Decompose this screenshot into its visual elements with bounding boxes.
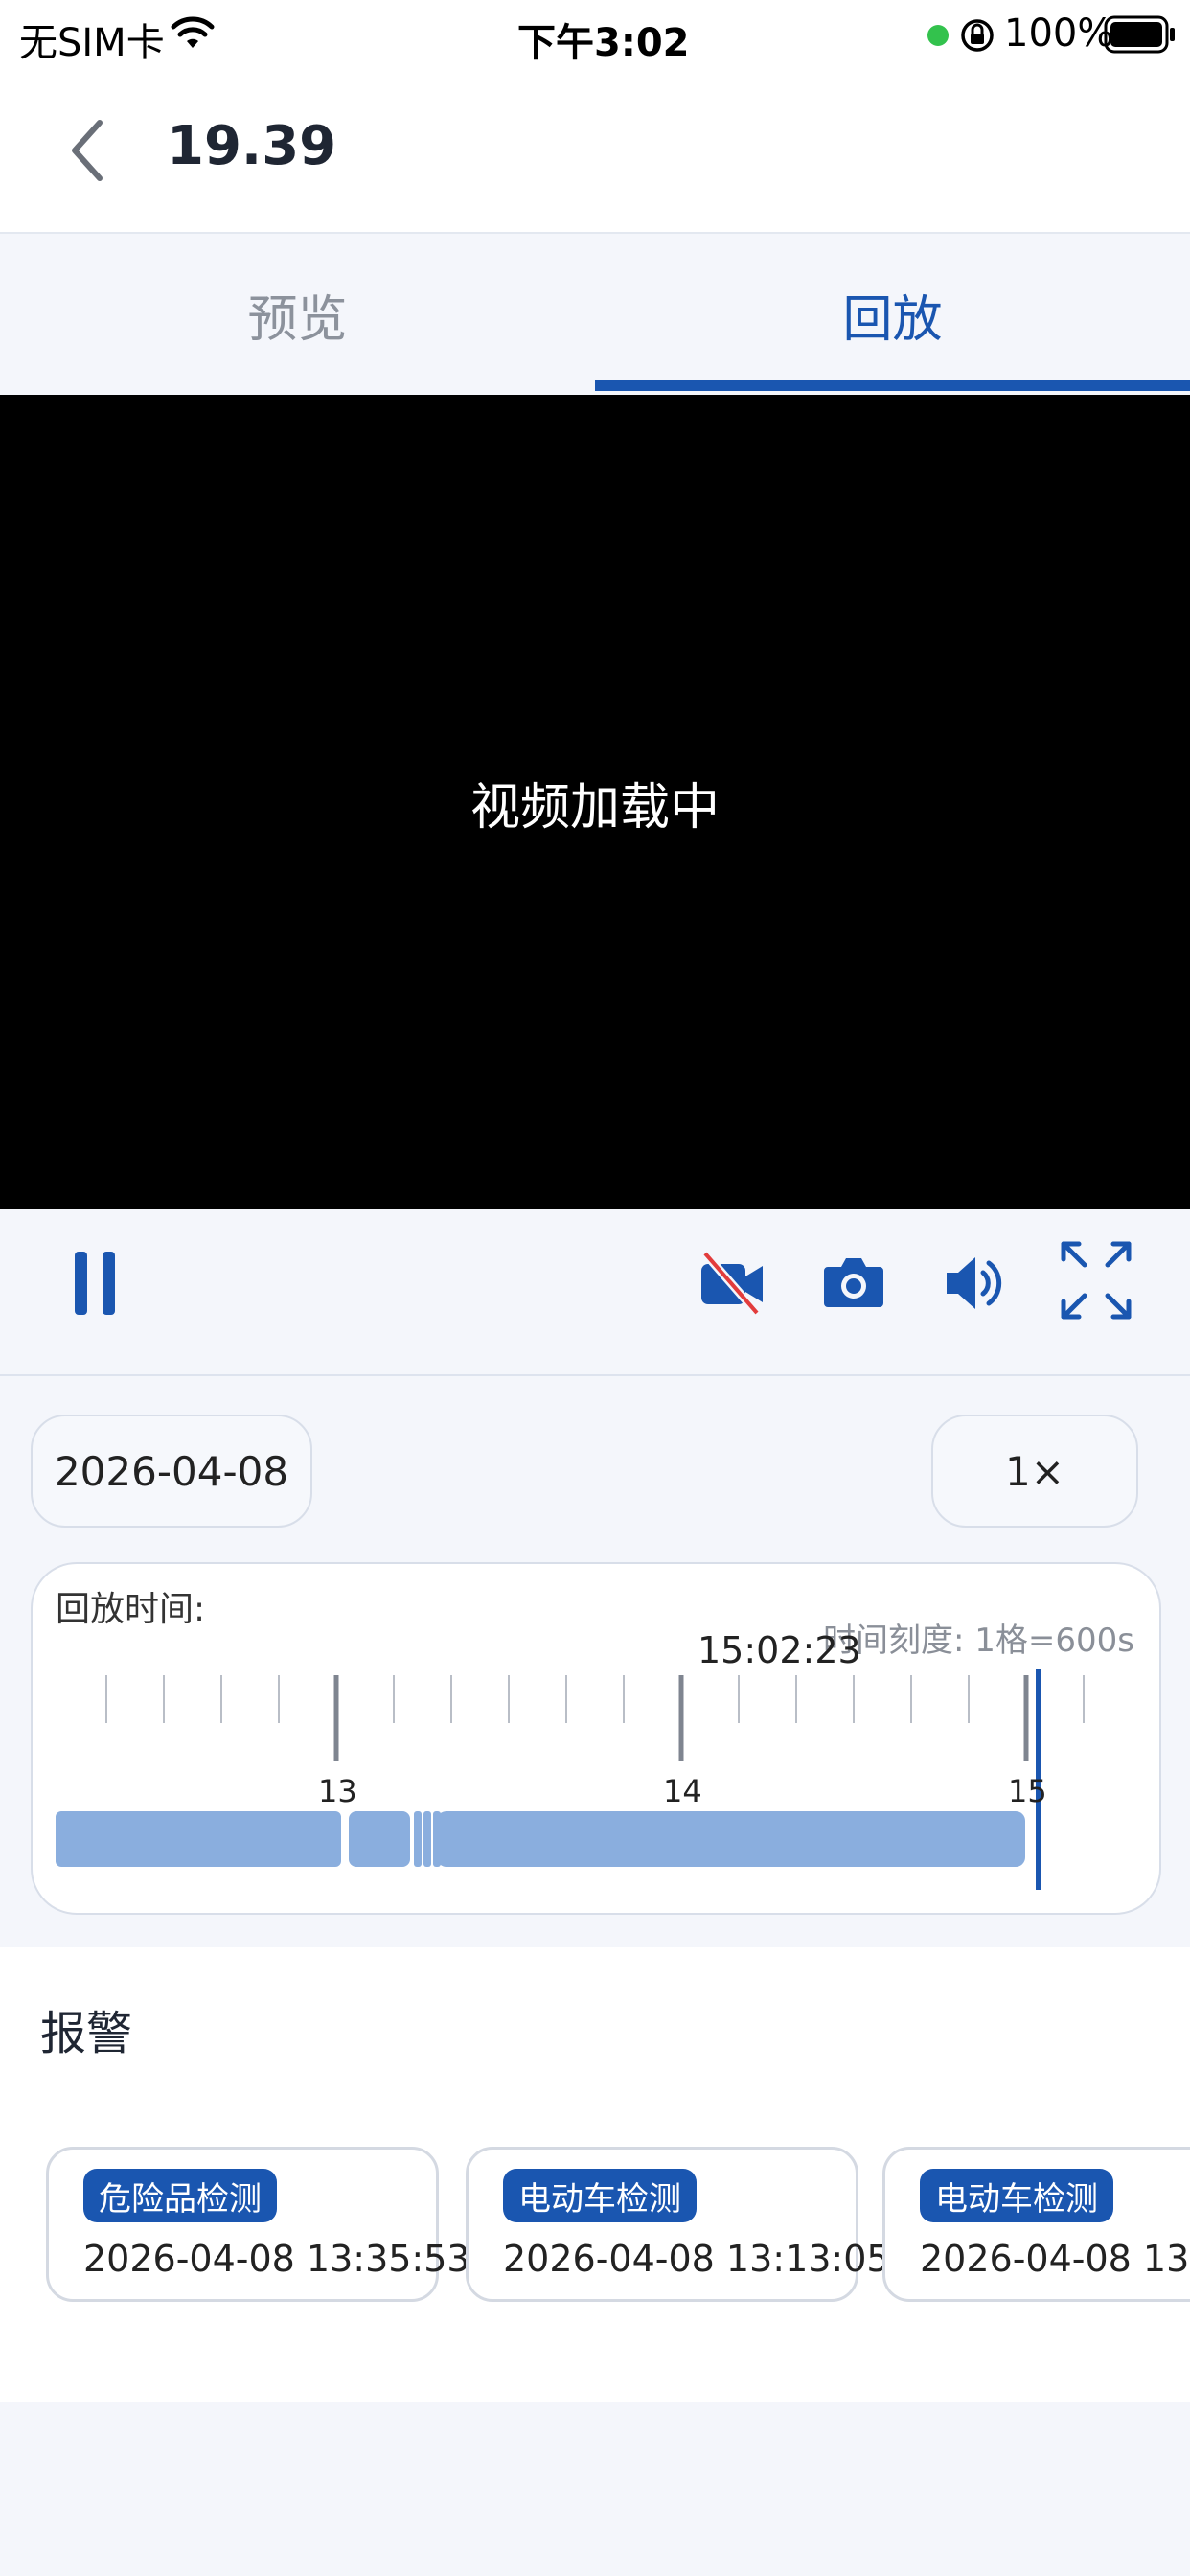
timeline-card: 回放时间: 时间刻度: 1格=600s 15:02:23 13 14 15	[31, 1562, 1161, 1915]
volume-icon[interactable]	[945, 1250, 1006, 1317]
privacy-indicator-dot	[927, 25, 949, 46]
battery-percent: 100%	[1004, 12, 1114, 56]
tab-preview[interactable]: 预览	[0, 234, 595, 395]
date-picker-button[interactable]: 2026-04-08	[31, 1414, 312, 1528]
alarm-time: 2026-04-08 13:13:05	[503, 2238, 890, 2280]
video-player[interactable]: 视频加载中	[0, 395, 1190, 1209]
fullscreen-icon[interactable]	[1060, 1240, 1133, 1321]
playback-settings: 2026-04-08 1× 回放时间: 时间刻度: 1格=600s 15:02:…	[0, 1376, 1190, 1945]
alarm-section: 报警 危险品检测 2026-04-08 13:35:53 电动车检测 2026-…	[0, 1947, 1190, 2402]
timeline-track[interactable]	[33, 1564, 1159, 1913]
player-controls	[0, 1209, 1190, 1376]
alarm-card[interactable]: 电动车检测 2026-04-08 13:01	[882, 2147, 1190, 2302]
alarm-type-badge: 电动车检测	[920, 2169, 1113, 2222]
alarm-type-badge: 危险品检测	[83, 2169, 277, 2222]
speed-button[interactable]: 1×	[931, 1414, 1138, 1528]
nav-header: 19.39	[0, 75, 1190, 234]
battery-icon	[1104, 15, 1175, 54]
wifi-icon	[171, 16, 215, 48]
orientation-lock-icon	[961, 19, 994, 52]
status-bar: 无SIM卡 下午3:02 100%	[0, 0, 1190, 75]
clock: 下午3:02	[517, 21, 690, 65]
pause-icon[interactable]	[71, 1248, 119, 1319]
alarm-type-badge: 电动车检测	[503, 2169, 697, 2222]
alarm-time: 2026-04-08 13:01	[920, 2238, 1190, 2280]
alarm-card[interactable]: 电动车检测 2026-04-08 13:13:05	[466, 2147, 890, 2302]
timeline-hour-label: 13	[318, 1773, 357, 1809]
active-tab-indicator	[595, 380, 1190, 391]
timeline-hour-label: 14	[663, 1773, 702, 1809]
chevron-left-icon[interactable]	[65, 117, 109, 184]
tab-bar: 预览 回放	[0, 234, 1190, 395]
carrier-label: 无SIM卡	[19, 21, 165, 65]
alarm-card[interactable]: 危险品检测 2026-04-08 13:35:53	[46, 2147, 470, 2302]
video-off-icon[interactable]	[698, 1248, 768, 1319]
page-title: 19.39	[167, 115, 337, 177]
timeline-hour-label: 15	[1008, 1773, 1047, 1809]
alarm-time: 2026-04-08 13:35:53	[83, 2238, 470, 2280]
video-loading-message: 视频加载中	[469, 778, 720, 837]
tab-playback[interactable]: 回放	[595, 234, 1190, 395]
camera-icon[interactable]	[822, 1250, 885, 1313]
alarm-list: 危险品检测 2026-04-08 13:35:53 电动车检测 2026-04-…	[0, 1947, 1190, 2402]
